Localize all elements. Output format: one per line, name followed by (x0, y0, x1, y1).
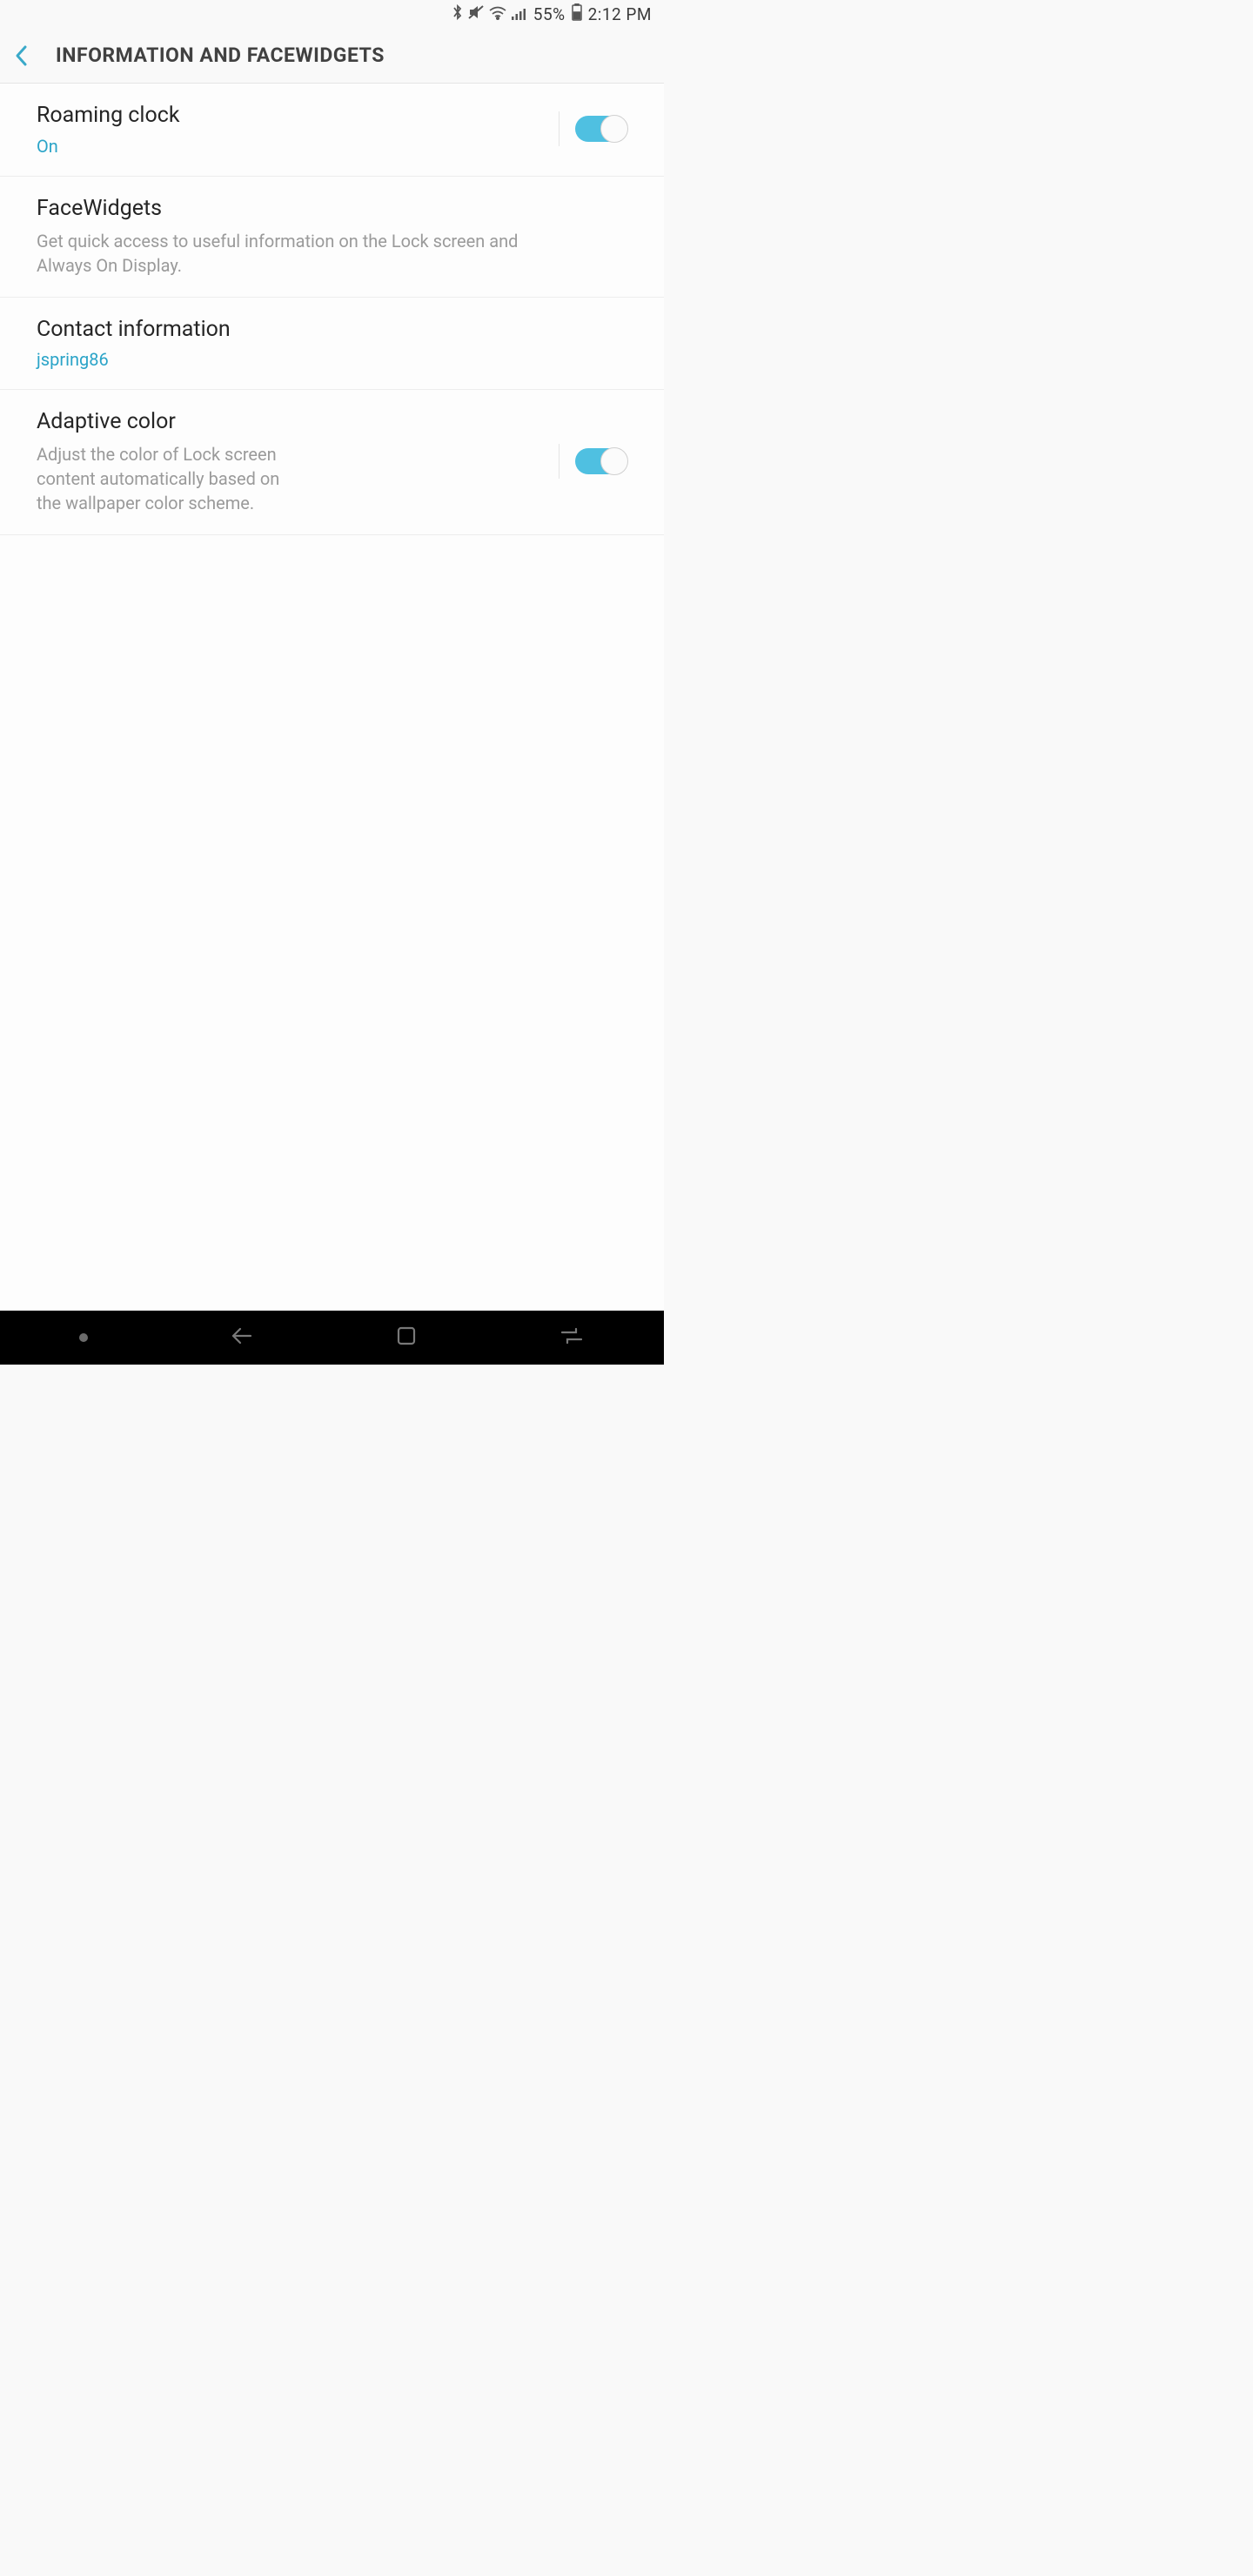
roaming-clock-toggle[interactable] (575, 116, 627, 142)
item-value: jspring86 (37, 349, 627, 370)
item-roaming-clock[interactable]: Roaming clock On (0, 84, 664, 177)
item-facewidgets[interactable]: FaceWidgets Get quick access to useful i… (0, 177, 664, 298)
signal-icon (511, 3, 528, 24)
item-adaptive-color[interactable]: Adaptive color Adjust the color of Lock … (0, 390, 664, 535)
battery-percent: 55% (533, 4, 566, 24)
item-value: On (37, 136, 543, 157)
recent-nav-icon[interactable] (559, 1326, 585, 1349)
clock-time: 2:12 PM (588, 4, 652, 24)
app-bar: INFORMATION AND FACEWIDGETS (0, 28, 664, 84)
status-bar: 55% 2:12 PM (0, 0, 664, 28)
adaptive-color-toggle[interactable] (575, 448, 627, 474)
item-title: Contact information (37, 315, 627, 345)
page-title: INFORMATION AND FACEWIDGETS (56, 44, 385, 67)
mute-icon (467, 3, 485, 24)
nav-dot-icon[interactable] (79, 1333, 88, 1342)
item-title: Roaming clock (37, 101, 543, 131)
item-desc: Adjust the color of Lock screen content … (37, 442, 285, 515)
settings-list: Roaming clock On FaceWidgets Get quick a… (0, 84, 664, 1311)
item-title: FaceWidgets (37, 194, 627, 224)
wifi-icon (488, 3, 507, 24)
back-nav-icon[interactable] (229, 1325, 255, 1351)
navigation-bar (0, 1311, 664, 1365)
item-title: Adaptive color (37, 407, 285, 437)
home-nav-icon[interactable] (395, 1325, 418, 1351)
battery-icon (571, 3, 583, 25)
item-contact-info[interactable]: Contact information jspring86 (0, 298, 664, 391)
item-desc: Get quick access to useful information o… (37, 229, 559, 278)
bluetooth-icon (452, 3, 464, 25)
back-icon[interactable] (14, 44, 31, 68)
